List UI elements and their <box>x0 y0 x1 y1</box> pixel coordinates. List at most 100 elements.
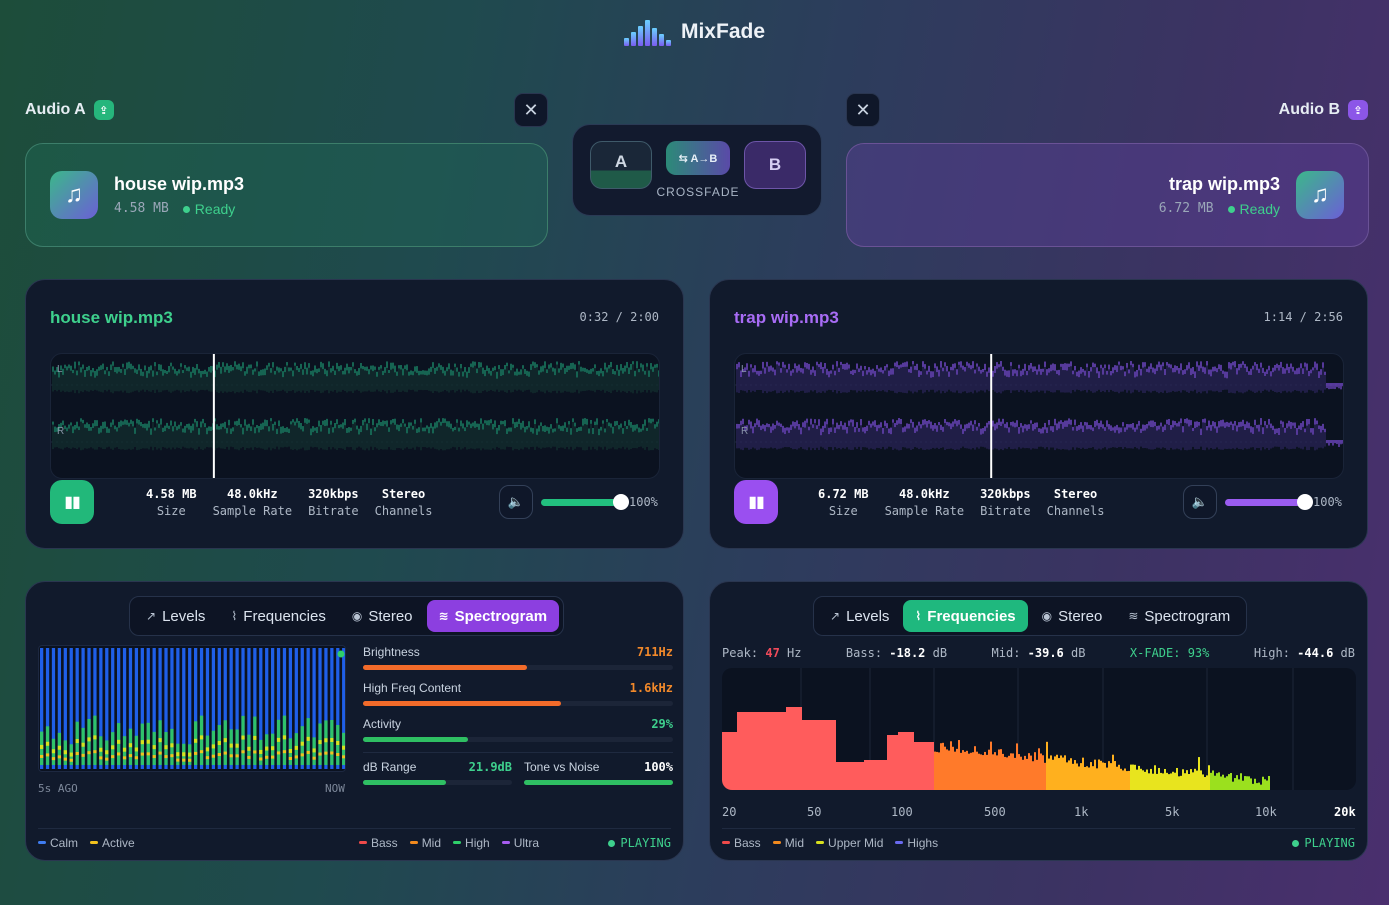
xfade-readout: X-FADE: 93% <box>1129 646 1210 660</box>
high-readout: High: -44.6 dB <box>1253 646 1355 660</box>
app-title: MixFade <box>680 20 766 43</box>
audio-b-file-name: trap wip.mp3 <box>1168 173 1280 194</box>
right-channel-label: R <box>57 426 65 437</box>
spectrogram-time-start: 5s AGO <box>38 782 78 795</box>
freq-tick: 5k <box>1165 805 1180 819</box>
stat-bitrate: 320kbps Bitrate <box>980 487 1031 518</box>
left-channel-label: L <box>57 364 63 375</box>
stat-value: 320kbps <box>308 487 359 501</box>
close-icon: ✕ <box>855 99 871 120</box>
tab-frequencies[interactable]: ⌇ Frequencies <box>219 600 337 632</box>
tab-spectrogram[interactable]: ≋ Spectrogram <box>426 600 560 632</box>
audio-b-analyzer: ↗ Levels ⌇ Frequencies ◉ Stereo ≋ Spectrogra… <box>709 581 1368 861</box>
peak-readout: Peak: 47 Hz <box>722 646 802 660</box>
legend-calm: Calm <box>38 836 78 850</box>
crossfade-b-button[interactable]: B <box>744 141 806 189</box>
mid-readout: Mid: -39.6 dB <box>991 646 1086 660</box>
freq-tick: 50 <box>807 805 822 819</box>
pause-icon: ▮▮ <box>64 494 81 511</box>
legend-mid: Mid <box>773 836 804 850</box>
audio-b-file-card[interactable]: ♫ trap wip.mp3 6.72 MB Ready <box>846 143 1369 247</box>
audio-a-time: 0:32 / 2:00 <box>579 310 659 324</box>
stat-sample-rate: 48.0kHz Sample Rate <box>213 487 292 518</box>
audio-b-player: trap wip.mp3 1:14 / 2:56 L R ▮▮ 6.72 MB S… <box>709 279 1368 549</box>
left-channel-label: L <box>741 364 747 375</box>
legend-ultra: Ultra <box>502 836 539 850</box>
stat-value: 48.0kHz <box>227 487 278 501</box>
music-note-icon: ♫ <box>50 171 98 219</box>
stat-label: Sample Rate <box>884 504 965 518</box>
stat-label: Bitrate <box>308 504 359 518</box>
freq-tick: 20 <box>722 805 737 819</box>
audio-a-file-card[interactable]: ♫ house wip.mp3 4.58 MB Ready <box>25 143 548 247</box>
app-header: MixFade <box>0 18 1389 46</box>
upload-icon: ⇪ <box>93 100 114 120</box>
audio-b-mute-button[interactable]: 🔈 <box>1183 485 1217 519</box>
audio-b-stats: 6.72 MB Size 48.0kHz Sample Rate 320kbps Bitr… <box>818 487 1104 518</box>
audio-b-playing-status: PLAYING <box>1292 836 1355 850</box>
stat-label: Channels <box>1046 504 1105 518</box>
tone-noise-bar <box>524 780 673 785</box>
remove-audio-b-button[interactable]: ✕ <box>846 93 880 127</box>
remove-audio-a-button[interactable]: ✕ <box>514 93 548 127</box>
stat-channels: Stereo Channels <box>1047 487 1105 518</box>
audio-a-volume-knob[interactable] <box>613 494 629 510</box>
activity-bar <box>363 737 469 742</box>
audio-a-pause-button[interactable]: ▮▮ <box>50 480 94 524</box>
band-legend: Bass Mid Upper Mid Highs <box>722 836 938 850</box>
audio-b-status: Ready <box>1228 201 1280 217</box>
stat-channels: Stereo Channels <box>375 487 433 518</box>
spectrogram-legend: Calm Active <box>38 836 135 850</box>
speaker-icon: 🔈 <box>1191 494 1209 509</box>
audio-a-waveform[interactable]: L R <box>50 353 660 479</box>
audio-b-volume-slider[interactable] <box>1225 499 1305 506</box>
equalizer-logo-icon <box>623 18 671 46</box>
trend-icon: ↗ <box>146 609 157 623</box>
tab-levels[interactable]: ↗ Levels <box>134 600 217 632</box>
metric-db-range: dB Range 21.9dB <box>363 760 512 785</box>
spectrogram-time-end: NOW <box>325 782 345 795</box>
tab-stereo[interactable]: ◉ Stereo <box>1030 600 1115 632</box>
stat-value: 4.58 MB <box>146 487 197 501</box>
upload-icon: ⇪ <box>1348 100 1368 120</box>
audio-a-status: Ready <box>183 201 235 217</box>
metric-tone-noise: Tone vs Noise 100% <box>524 760 673 785</box>
audio-a-stats: 4.58 MB Size 48.0kHz Sample Rate 320kbps Bitr… <box>146 487 432 518</box>
crossfade-label: CROSSFADE <box>656 185 740 199</box>
legend-bass: Bass <box>722 836 761 850</box>
speaker-icon: 🔈 <box>507 494 525 509</box>
brightness-bar <box>363 665 528 670</box>
freq-tick: 20k <box>1334 805 1356 819</box>
audio-b-file-size: 6.72 MB <box>1158 200 1214 216</box>
stat-bitrate: 320kbps Bitrate <box>308 487 359 518</box>
band-legend: Bass Mid High Ultra <box>359 836 539 850</box>
freq-tick: 100 <box>891 805 913 819</box>
audio-a-player: house wip.mp3 0:32 / 2:00 L R ▮▮ 4.58 MB… <box>25 279 684 549</box>
legend-bass: Bass <box>359 836 398 850</box>
tab-levels[interactable]: ↗ Levels <box>818 600 901 632</box>
stat-sample-rate: 48.0kHz Sample Rate <box>885 487 964 518</box>
audio-b-volume-knob[interactable] <box>1297 494 1313 510</box>
audio-a-player-title: house wip.mp3 <box>50 308 173 327</box>
close-icon: ✕ <box>523 99 539 120</box>
crossfade-a-button[interactable]: A <box>590 141 652 189</box>
audio-a-mute-button[interactable]: 🔈 <box>499 485 533 519</box>
audio-a-volume-slider[interactable] <box>541 499 621 506</box>
audio-b-waveform[interactable]: L R <box>734 353 1344 479</box>
crossfade-toggle-button[interactable]: ⇆ A→B <box>666 141 730 175</box>
legend-mid: Mid <box>410 836 441 850</box>
tab-spectrogram[interactable]: ≋ Spectrogram <box>1116 600 1242 632</box>
stat-label: Bitrate <box>980 504 1031 518</box>
analyzer-b-tabs: ↗ Levels ⌇ Frequencies ◉ Stereo ≋ Spectrogra… <box>813 596 1248 636</box>
waves-icon: ≋ <box>1128 609 1139 623</box>
stat-label: Channels <box>374 504 433 518</box>
audio-b-pause-button[interactable]: ▮▮ <box>734 480 778 524</box>
high-freq-bar <box>363 701 562 706</box>
frequency-spectrum <box>722 668 1356 790</box>
crossfade-panel: A ⇆ A→B B CROSSFADE <box>572 124 822 216</box>
audio-a-label: Audio A ⇪ <box>25 100 114 120</box>
tab-frequencies[interactable]: ⌇ Frequencies <box>903 600 1028 632</box>
audio-a-volume-value: 100% <box>629 495 658 509</box>
tab-stereo[interactable]: ◉ Stereo <box>340 600 425 632</box>
audio-a-file-size: 4.58 MB <box>114 200 169 216</box>
